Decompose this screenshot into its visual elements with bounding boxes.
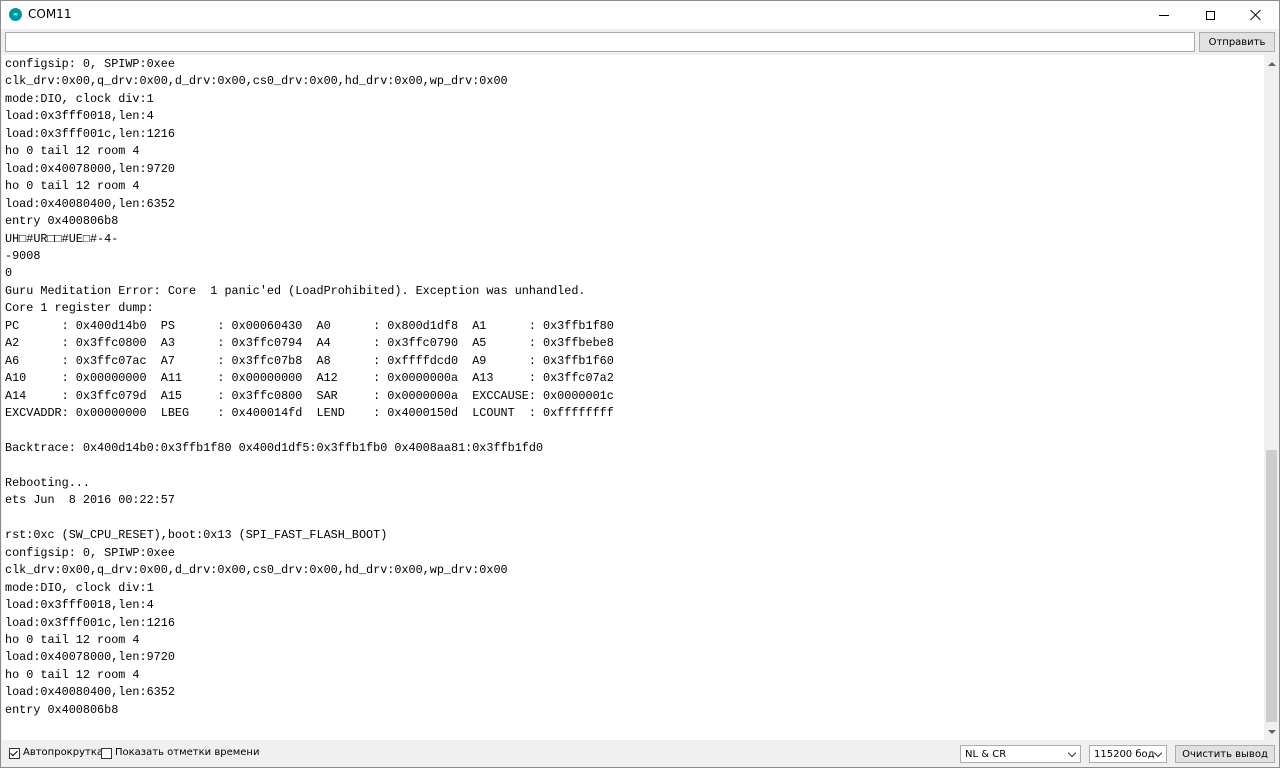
output-line: ho 0 tail 12 room 4 [5,179,140,194]
line-ending-value: NL & CR [965,748,1007,760]
output-line: A14 : 0x3ffc079d A15 : 0x3ffc0800 SAR : … [5,388,614,403]
minimize-icon [1159,14,1169,16]
output-line: Backtrace: 0x400d14b0:0x3ffb1f80 0x400d1… [5,440,544,455]
output-line: mode:DIO, clock div:1 [5,580,154,595]
clear-output-button[interactable]: Очистить вывод [1175,745,1275,763]
output-line: entry 0x400806b8 [5,214,119,229]
baud-rate-select[interactable]: 115200 бод [1089,745,1167,763]
output-line: mode:DIO, clock div:1 [5,91,154,106]
line-ending-select[interactable]: NL & CR [960,745,1081,763]
serial-output[interactable]: configsip: 0, SPIWP:0xee clk_drv:0x00,q_… [2,55,1264,740]
output-line: configsip: 0, SPIWP:0xee [5,545,175,560]
output-line: ho 0 tail 12 room 4 [5,144,140,159]
close-icon [1250,9,1262,21]
autoscroll-checkbox[interactable] [9,748,20,759]
output-line: UH□#UR□□#UE□#-4- [5,231,119,246]
output-line: A2 : 0x3ffc0800 A3 : 0x3ffc0794 A4 : 0x3… [5,336,614,351]
output-line: ho 0 tail 12 room 4 [5,632,140,647]
output-line: -9008 [5,248,41,263]
output-line: load:0x40078000,len:9720 [5,161,175,176]
chevron-down-icon [1067,748,1077,758]
title-bar: ∞ COM11 [1,1,1279,29]
output-line: load:0x40080400,len:6352 [5,196,175,211]
arrow-up-icon [1267,61,1276,66]
output-line: ho 0 tail 12 room 4 [5,667,140,682]
serial-monitor-window: ∞ COM11 Отправить configsip: 0, SPIWP:0x… [0,0,1280,768]
scroll-down-button[interactable] [1264,723,1279,740]
output-line: configsip: 0, SPIWP:0xee [5,57,175,71]
scroll-up-button[interactable] [1264,55,1279,72]
output-line: clk_drv:0x00,q_drv:0x00,d_drv:0x00,cs0_d… [5,74,508,89]
output-line: A6 : 0x3ffc07ac A7 : 0x3ffc07b8 A8 : 0xf… [5,353,614,368]
maximize-button[interactable] [1187,1,1233,29]
send-button[interactable]: Отправить [1199,32,1275,52]
output-line: load:0x3fff001c,len:1216 [5,126,175,141]
window-title: COM11 [28,7,72,21]
output-line: EXCVADDR: 0x00000000 LBEG : 0x400014fd L… [5,406,614,421]
output-line: load:0x3fff001c,len:1216 [5,615,175,630]
output-line: Core 1 register dump: [5,301,154,316]
output-line: ets Jun 8 2016 00:22:57 [5,493,175,508]
output-line: PC : 0x400d14b0 PS : 0x00060430 A0 : 0x8… [5,318,614,333]
output-line: Rebooting... [5,475,90,490]
arrow-down-icon [1267,729,1276,734]
output-line: load:0x3fff0018,len:4 [5,598,154,613]
output-line: A10 : 0x00000000 A11 : 0x00000000 A12 : … [5,371,614,386]
arduino-icon: ∞ [9,8,22,21]
timestamps-checkbox[interactable] [101,748,112,759]
output-line: rst:0xc (SW_CPU_RESET),boot:0x13 (SPI_FA… [5,528,388,543]
arduino-icon-glyph: ∞ [13,10,18,18]
output-line: clk_drv:0x00,q_drv:0x00,d_drv:0x00,cs0_d… [5,563,508,578]
chevron-down-icon [1153,748,1163,758]
autoscroll-label[interactable]: Автопрокрутка [23,747,103,758]
status-bar: Автопрокрутка Показать отметки времени N… [1,741,1279,767]
maximize-icon [1205,10,1215,20]
baud-rate-value: 115200 бод [1094,748,1155,760]
timestamps-label[interactable]: Показать отметки времени [115,747,259,758]
serial-output-text: configsip: 0, SPIWP:0xee clk_drv:0x00,q_… [5,56,614,719]
send-input[interactable] [5,32,1195,52]
vertical-scrollbar[interactable] [1264,55,1279,740]
minimize-button[interactable] [1141,1,1187,29]
output-line: Guru Meditation Error: Core 1 panic'ed (… [5,283,586,298]
checkmark-icon [10,748,18,757]
output-line: entry 0x400806b8 [5,702,119,717]
output-line: load:0x40078000,len:9720 [5,650,175,665]
scroll-thumb[interactable] [1266,450,1277,722]
output-line: 0 [5,266,13,281]
close-button[interactable] [1233,1,1279,29]
output-line: load:0x40080400,len:6352 [5,685,175,700]
output-line: load:0x3fff0018,len:4 [5,109,154,124]
